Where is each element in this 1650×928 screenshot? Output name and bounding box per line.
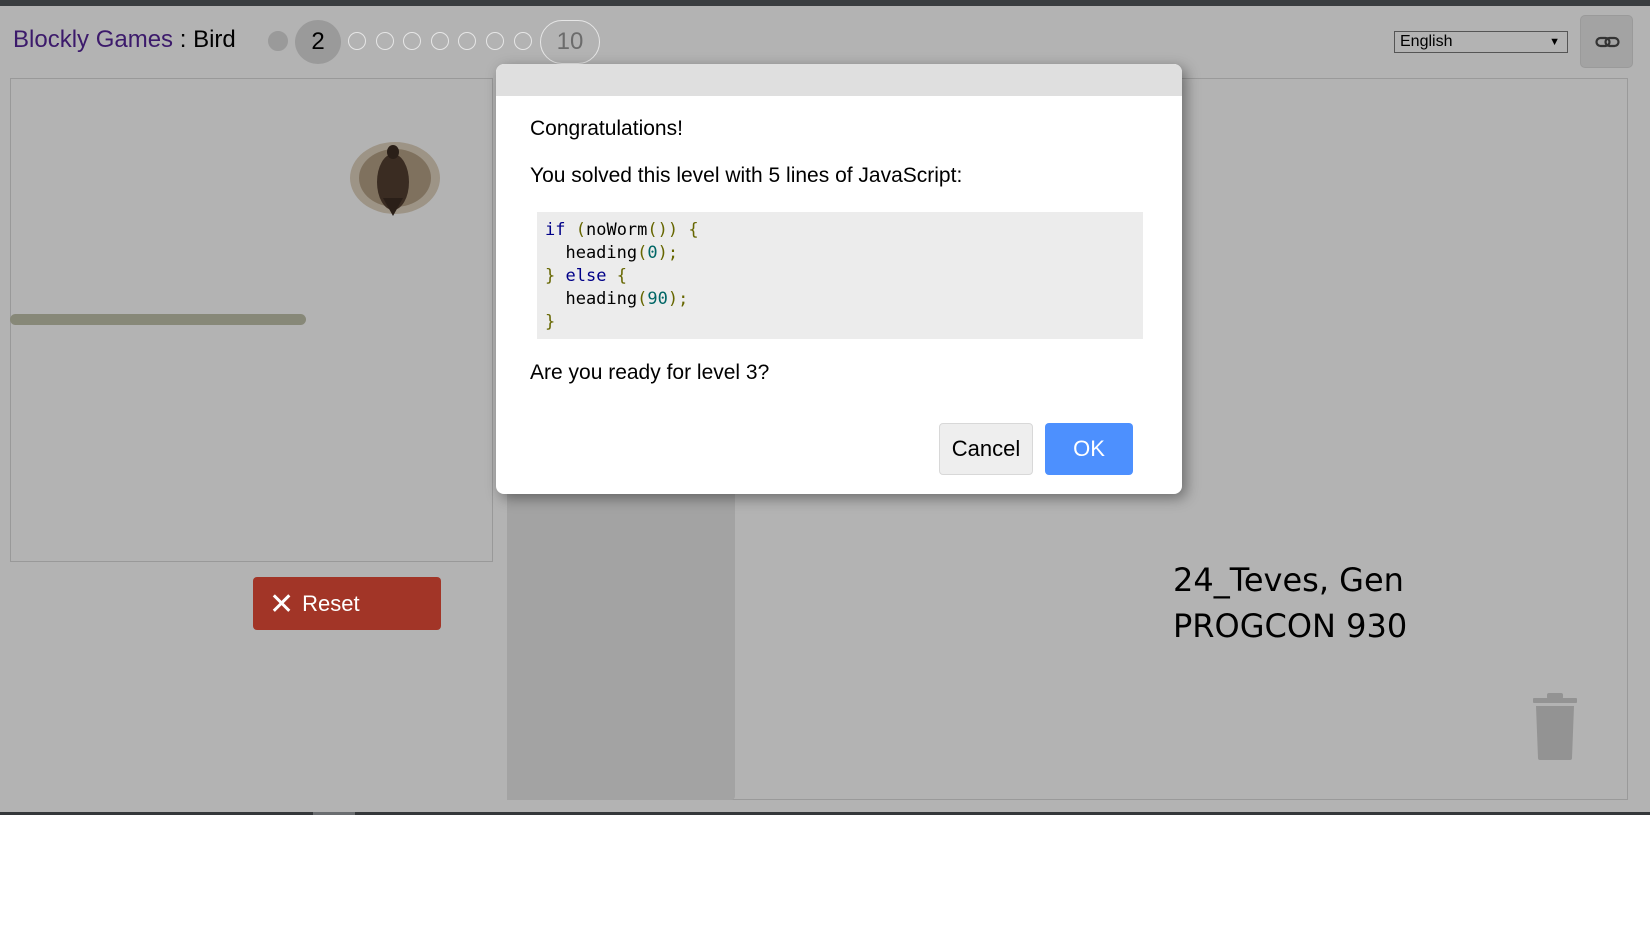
- level-3-dot[interactable]: [348, 32, 366, 50]
- watermark-line-1: 24_Teves, Gen: [1173, 561, 1404, 599]
- watermark-line-2: PROGCON 930: [1173, 607, 1408, 645]
- link-icon: [1595, 36, 1620, 48]
- reset-label: Reset: [302, 591, 360, 616]
- scrollbar-thumb[interactable]: [313, 812, 355, 815]
- bird-icon: [350, 142, 440, 216]
- reset-button[interactable]: ✕ Reset: [253, 577, 441, 630]
- watermark-text: 24_Teves, Gen PROGCON 930: [1173, 557, 1407, 649]
- ok-button[interactable]: OK: [1045, 423, 1133, 475]
- code-line: if (noWorm()) {: [545, 220, 699, 240]
- level-9-dot[interactable]: [514, 32, 532, 50]
- level-5-dot[interactable]: [403, 32, 421, 50]
- game-name: Bird: [193, 26, 236, 53]
- level-2-current[interactable]: 2: [295, 20, 341, 64]
- window-top-bar: [0, 0, 1650, 6]
- cancel-button[interactable]: Cancel: [939, 423, 1033, 475]
- wall-obstacle: [10, 314, 306, 325]
- level-7-dot[interactable]: [458, 32, 476, 50]
- chevron-down-icon: ▼: [1549, 36, 1560, 48]
- congratulations-dialog: Congratulations! You solved this level w…: [496, 64, 1182, 494]
- level-4-dot[interactable]: [376, 32, 394, 50]
- dialog-message: You solved this level with 5 lines of Ja…: [530, 164, 963, 187]
- code-line: } else {: [545, 266, 627, 286]
- language-select[interactable]: English ▼: [1394, 31, 1568, 53]
- window-bottom-bar: [0, 812, 1650, 815]
- page-title: Blockly Games : Bird: [13, 26, 236, 54]
- dialog-question: Are you ready for level 3?: [530, 361, 770, 384]
- title-separator: :: [173, 26, 194, 53]
- level-10-button[interactable]: 10: [540, 20, 600, 64]
- dialog-title: Congratulations!: [530, 117, 683, 140]
- language-selected: English: [1400, 33, 1453, 50]
- site-title-link[interactable]: Blockly Games: [13, 26, 173, 53]
- level-8-dot[interactable]: [486, 32, 504, 50]
- trash-icon[interactable]: [1527, 690, 1583, 760]
- level-1-dot[interactable]: [268, 31, 288, 51]
- link-button[interactable]: [1580, 15, 1633, 68]
- code-line: }: [545, 312, 556, 332]
- level-6-dot[interactable]: [431, 32, 449, 50]
- close-icon: ✕: [269, 588, 295, 621]
- dialog-header[interactable]: [496, 64, 1182, 96]
- code-line: heading(0);: [545, 243, 679, 263]
- code-line: heading(90);: [545, 289, 689, 309]
- code-block: if (noWorm()) { heading(0); } else { head…: [537, 212, 1143, 339]
